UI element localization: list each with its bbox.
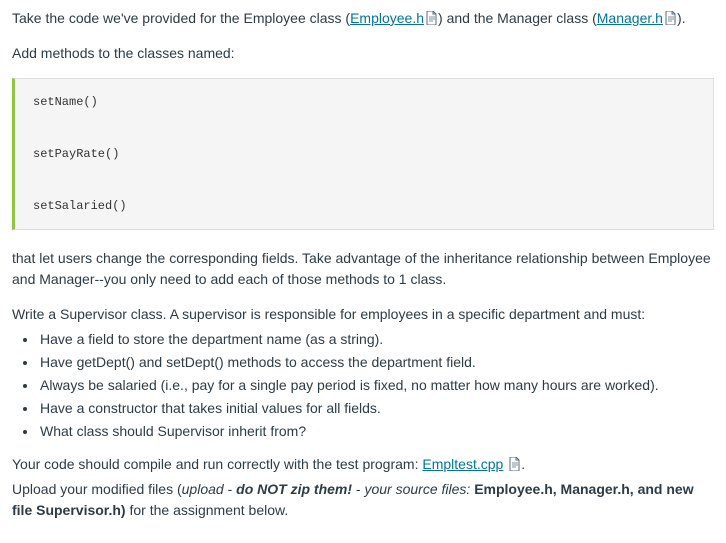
upload-text-5: for the assignment below.: [126, 502, 289, 518]
upload-italic-2: your source files:: [364, 481, 470, 497]
employee-h-link[interactable]: Employee.h: [350, 10, 424, 26]
code-line-3: setSalaried(): [33, 195, 695, 217]
add-methods-text: Add methods to the classes named:: [12, 43, 714, 64]
upload-text-3: -: [352, 481, 364, 497]
list-item: Have getDept() and setDept() methods to …: [38, 352, 714, 373]
code-line-2: setPayRate(): [33, 143, 695, 165]
list-item: What class should Supervisor inherit fro…: [38, 421, 714, 442]
intro-paragraph: Take the code we've provided for the Emp…: [12, 8, 714, 29]
upload-text-1: Upload your modified files (: [12, 481, 182, 497]
manager-h-link[interactable]: Manager.h: [597, 10, 663, 26]
upload-text-2: -: [224, 481, 236, 497]
list-item: Have a field to store the department nam…: [38, 329, 714, 350]
intro-text-2: ) and the Manager class (: [438, 10, 597, 26]
list-item: Always be salaried (i.e., pay for a sing…: [38, 375, 714, 396]
document-icon: [665, 11, 677, 25]
list-item: Have a constructor that takes initial va…: [38, 398, 714, 419]
empltest-link[interactable]: Empltest.cpp: [422, 456, 503, 472]
document-icon: [426, 11, 438, 25]
code-block: setName() setPayRate() setSalaried(): [12, 78, 714, 230]
intro-text-3: ).: [677, 10, 686, 26]
upload-paragraph: Upload your modified files (upload - do …: [12, 479, 714, 521]
compile-text-2: .: [521, 456, 525, 472]
document-icon: [509, 457, 521, 471]
upload-italic-1: upload: [182, 481, 224, 497]
after-code-paragraph: that let users change the corresponding …: [12, 248, 714, 290]
compile-text-1: Your code should compile and run correct…: [12, 456, 422, 472]
code-line-1: setName(): [33, 91, 695, 113]
requirements-list: Have a field to store the department nam…: [12, 329, 714, 442]
intro-text-1: Take the code we've provided for the Emp…: [12, 10, 350, 26]
compile-paragraph: Your code should compile and run correct…: [12, 454, 714, 475]
upload-bold-italic: do NOT zip them!: [236, 481, 352, 497]
supervisor-intro: Write a Supervisor class. A supervisor i…: [12, 304, 714, 325]
